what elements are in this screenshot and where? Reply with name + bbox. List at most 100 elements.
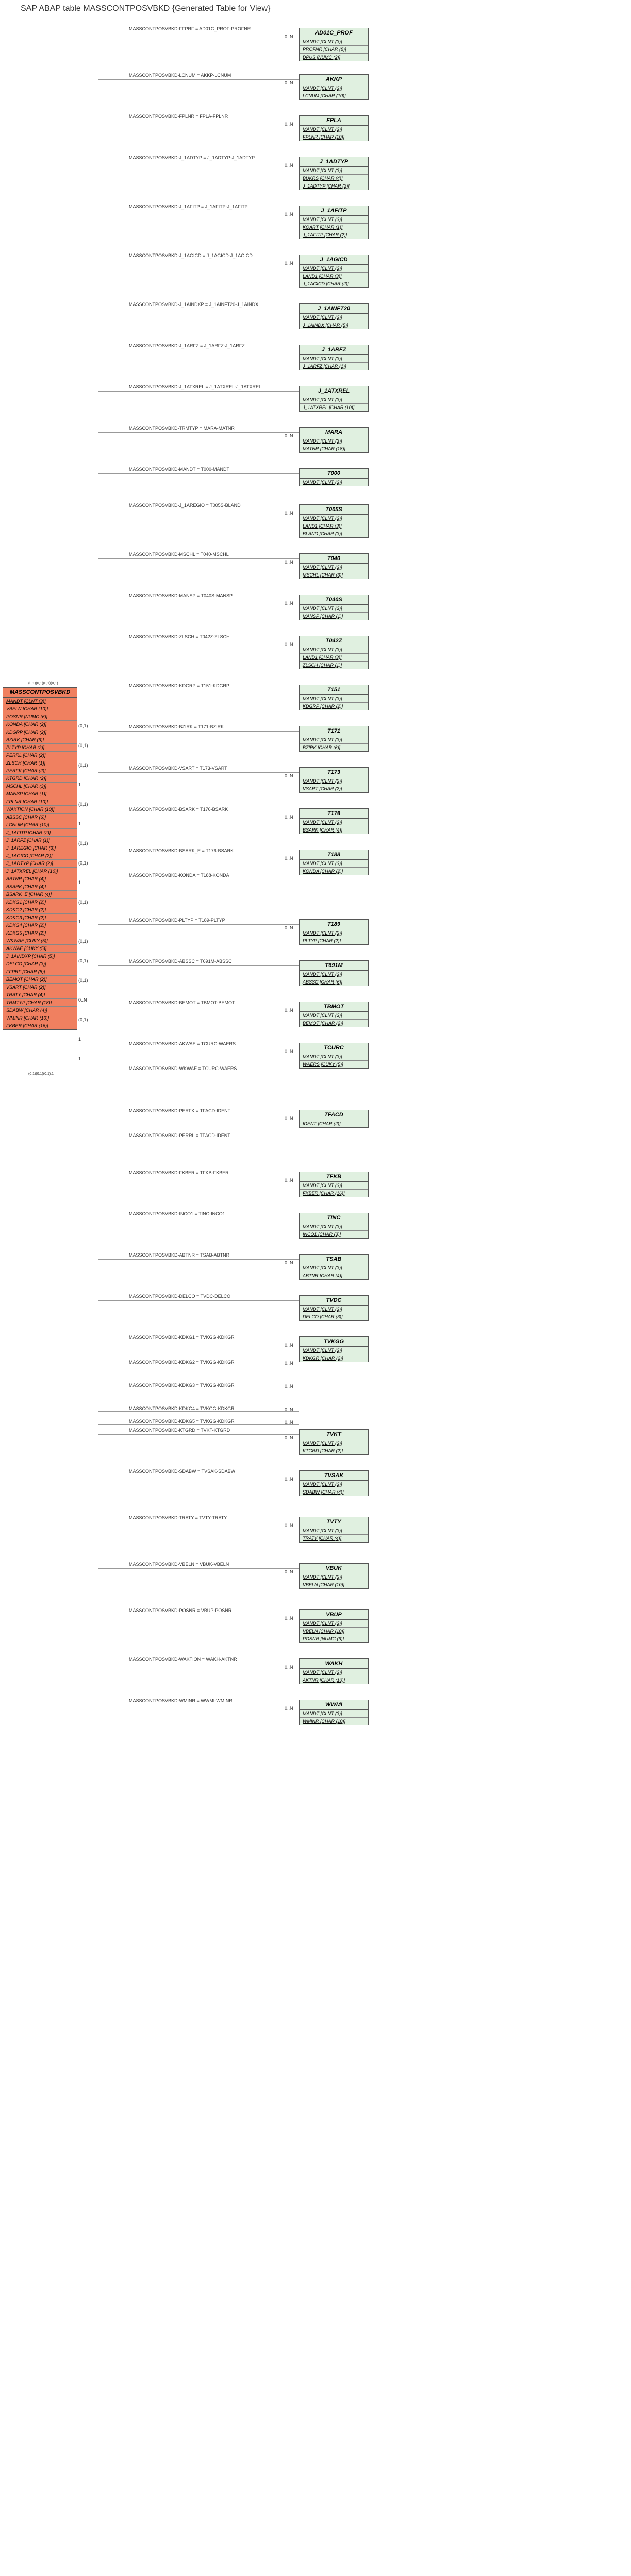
- edge-label: MASSCONTPOSVBKD-MSCHL = T040-MSCHL: [129, 552, 229, 557]
- field: BZIRK [CHAR (6)]: [3, 736, 77, 744]
- field: J_1AREGIO [CHAR (3)]: [3, 844, 77, 852]
- entity-title: TVKT: [300, 1430, 368, 1439]
- field: WKWAE [CUKY (5)]: [3, 937, 77, 945]
- field: MANDT [CLNT (3)]: [300, 479, 368, 486]
- edge-label: MASSCONTPOSVBKD-MANSP = T040S-MANSP: [129, 593, 233, 598]
- edge-mult: 0..N: [285, 560, 293, 565]
- edge-label: MASSCONTPOSVBKD-INCO1 = TINC-INCO1: [129, 1211, 225, 1216]
- entity-mara: MARAMANDT [CLNT (3)]MATNR [CHAR (18)]: [299, 427, 369, 453]
- edge-mult: 0..N: [285, 34, 293, 39]
- field: ABTNR [CHAR (4)]: [300, 1272, 368, 1279]
- entity-tinc: TINCMANDT [CLNT (3)]INCO1 [CHAR (3)]: [299, 1213, 369, 1239]
- entity-j_1agicd: J_1AGICDMANDT [CLNT (3)]LAND1 [CHAR (3)]…: [299, 255, 369, 288]
- edge-label: MASSCONTPOSVBKD-TRMTYP = MARA-MATNR: [129, 426, 235, 431]
- entity-title: WAKH: [300, 1659, 368, 1669]
- edge-mult: 0..N: [285, 856, 293, 861]
- entity-title: TSAB: [300, 1255, 368, 1264]
- side-mult: (0,1): [78, 802, 88, 807]
- field: VBELN [CHAR (10)]: [3, 705, 77, 713]
- field: MANDT [CLNT (3)]: [300, 265, 368, 273]
- field: KDKG4 [CHAR (2)]: [3, 922, 77, 929]
- field: MANDT [CLNT (3)]: [300, 929, 368, 937]
- entity-wakh: WAKHMANDT [CLNT (3)]AKTNR [CHAR (10)]: [299, 1658, 369, 1684]
- entity-title: T188: [300, 850, 368, 860]
- entity-j_1ainft20: J_1AINFT20MANDT [CLNT (3)]J_1AINDX [CHAR…: [299, 303, 369, 329]
- edge-label: MASSCONTPOSVBKD-DELCO = TVDC-DELCO: [129, 1294, 230, 1299]
- edge-label: MASSCONTPOSVBKD-AKWAE = TCURC-WAERS: [129, 1041, 236, 1046]
- field: J_1AGICD [CHAR (2)]: [3, 852, 77, 860]
- entity-title: T151: [300, 685, 368, 695]
- edge-label: MASSCONTPOSVBKD-WMINR = WWMI-WMINR: [129, 1698, 233, 1703]
- edge-mult: 0..N: [285, 1523, 293, 1528]
- field: J_1ATXREL [CHAR (10)]: [3, 868, 77, 875]
- edge-label: MASSCONTPOSVBKD-VBELN = VBUK-VBELN: [129, 1562, 229, 1567]
- field: WMINR [CHAR (10)]: [300, 1718, 368, 1725]
- field: WAERS [CUKY (5)]: [300, 1061, 368, 1068]
- edge-label: MASSCONTPOSVBKD-ABSSC = T691M-ABSSC: [129, 959, 232, 964]
- entity-title: MARA: [300, 428, 368, 437]
- field: TRATY [CHAR (4)]: [3, 991, 77, 999]
- edge-label: MASSCONTPOSVBKD-BEMOT = TBMOT-BEMOT: [129, 1000, 235, 1005]
- side-mult: (0,1): [78, 762, 88, 768]
- entity-t040: T040MANDT [CLNT (3)]MSCHL [CHAR (3)]: [299, 553, 369, 579]
- side-mult: (0,1): [78, 860, 88, 866]
- edge-label: MASSCONTPOSVBKD-ABTNR = TSAB-ABTNR: [129, 1252, 229, 1258]
- diagram-canvas: MASSCONTPOSVBKD MANDT [CLNT (3)]VBELN [C…: [0, 18, 631, 2576]
- edge-label: MASSCONTPOSVBKD-SDABW = TVSAK-SDABW: [129, 1469, 235, 1474]
- field: MANDT [CLNT (3)]: [300, 1182, 368, 1190]
- entity-title: AKKP: [300, 75, 368, 84]
- field: MANDT [CLNT (3)]: [300, 1264, 368, 1272]
- entity-title: TVSAK: [300, 1471, 368, 1481]
- field: FKBER [CHAR (16)]: [3, 1022, 77, 1029]
- field: MATNR [CHAR (18)]: [300, 445, 368, 452]
- entity-tbmot: TBMOTMANDT [CLNT (3)]BEMOT [CHAR (2)]: [299, 1002, 369, 1027]
- field: INCO1 [CHAR (3)]: [300, 1231, 368, 1238]
- field: MANSP [CHAR (1)]: [3, 790, 77, 798]
- entity-title: J_1ARFZ: [300, 345, 368, 355]
- edge-label: MASSCONTPOSVBKD-KONDA = T188-KONDA: [129, 873, 229, 878]
- field: MANDT [CLNT (3)]: [300, 515, 368, 522]
- field: KDKG1 [CHAR (2)]: [3, 899, 77, 906]
- field: MANDT [CLNT (3)]: [300, 777, 368, 785]
- field: SDABW [CHAR (4)]: [300, 1488, 368, 1496]
- edge-mult: 0..N: [285, 815, 293, 820]
- entity-akkp: AKKPMANDT [CLNT (3)]LCNUM [CHAR (10)]: [299, 74, 369, 100]
- entity-vbup: VBUPMANDT [CLNT (3)]VBELN [CHAR (10)]POS…: [299, 1609, 369, 1643]
- field: KDKG3 [CHAR (2)]: [3, 914, 77, 922]
- entity-t000: T000MANDT [CLNT (3)]: [299, 468, 369, 486]
- field: VBELN [CHAR (10)]: [300, 1628, 368, 1635]
- entity-t188: T188MANDT [CLNT (3)]KONDA [CHAR (2)]: [299, 850, 369, 875]
- edge-mult: 0..N: [285, 1665, 293, 1670]
- field: J_1AINDXP [CHAR (5)]: [3, 953, 77, 960]
- edge-label: MASSCONTPOSVBKD-KDKG3 = TVKGG-KDKGR: [129, 1383, 235, 1388]
- field: VSART [CHAR (2)]: [3, 984, 77, 991]
- edge-label: MASSCONTPOSVBKD-MANDT = T000-MANDT: [129, 467, 229, 472]
- entity-title: TVKGG: [300, 1337, 368, 1347]
- edge-mult: 0..N: [285, 773, 293, 778]
- edge-label: MASSCONTPOSVBKD-J_1AREGIO = T005S-BLAND: [129, 503, 241, 508]
- field: MANDT [CLNT (3)]: [300, 167, 368, 175]
- edge-mult: 0..N: [285, 1178, 293, 1183]
- field: MANDT [CLNT (3)]: [300, 1439, 368, 1447]
- edge-mult: 0..N: [285, 642, 293, 647]
- field: MANDT [CLNT (3)]: [300, 605, 368, 613]
- field: MANDT [CLNT (3)]: [300, 819, 368, 826]
- entity-title: VBUK: [300, 1564, 368, 1573]
- field: POSNR [NUMC (6)]: [300, 1635, 368, 1642]
- edge-label: MASSCONTPOSVBKD-VSART = T173-VSART: [129, 766, 227, 771]
- field: KONDA [CHAR (2)]: [300, 868, 368, 875]
- edge-mult: 0..N: [285, 1616, 293, 1621]
- edge-label: MASSCONTPOSVBKD-J_1AINDXP = J_1AINFT20-J…: [129, 302, 258, 307]
- entity-title: J_1ADTYP: [300, 157, 368, 167]
- entity-t171: T171MANDT [CLNT (3)]BZIRK [CHAR (6)]: [299, 726, 369, 752]
- field: POSNR [NUMC (6)]: [3, 713, 77, 721]
- field: ZLSCH [CHAR (1)]: [300, 662, 368, 669]
- field: MANDT [CLNT (3)]: [300, 1669, 368, 1676]
- entity-title: J_1AINFT20: [300, 304, 368, 314]
- field: J_1AFITP [CHAR (2)]: [3, 829, 77, 837]
- field: VSART [CHAR (2)]: [300, 785, 368, 792]
- field: MANDT [CLNT (3)]: [300, 736, 368, 744]
- field: MANDT [CLNT (3)]: [300, 216, 368, 224]
- edge-mult: 0..N: [285, 1477, 293, 1482]
- field: KDKGR [CHAR (2)]: [300, 1354, 368, 1362]
